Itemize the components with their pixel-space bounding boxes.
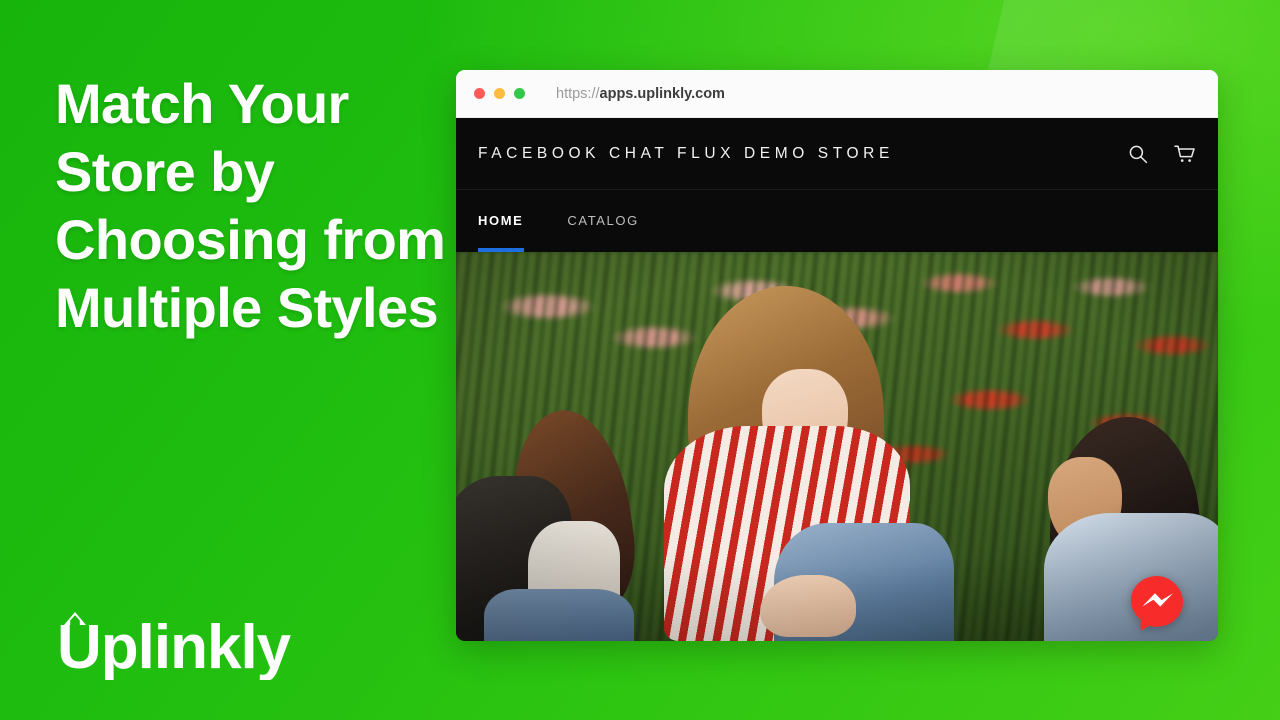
browser-window: https://apps.uplinkly.com FACEBOOK CHAT … (456, 70, 1218, 641)
svg-text:Uplinkly: Uplinkly (57, 613, 292, 680)
search-icon[interactable] (1128, 144, 1148, 164)
url-scheme: https:// (556, 85, 600, 102)
uplinkly-logo: Uplinkly (57, 606, 307, 680)
address-bar[interactable]: https://apps.uplinkly.com (556, 86, 725, 102)
page-title: Match Your Store by Choosing from Multip… (55, 70, 455, 342)
maximize-window-button[interactable] (514, 88, 525, 99)
cart-icon[interactable] (1174, 144, 1196, 164)
store-header: FACEBOOK CHAT FLUX DEMO STORE (456, 118, 1218, 190)
hero-image (456, 252, 1218, 641)
minimize-window-button[interactable] (494, 88, 505, 99)
left-marketing-panel: Match Your Store by Choosing from Multip… (55, 70, 455, 342)
headline-line-3: Choosing from (55, 208, 446, 271)
messenger-chat-button[interactable] (1128, 574, 1186, 632)
store-navigation: HOME CATALOG (456, 190, 1218, 252)
headline-line-1: Match Your (55, 72, 349, 135)
hero-vignette (456, 252, 1218, 641)
nav-item-catalog[interactable]: CATALOG (567, 213, 638, 230)
store-header-actions (1128, 144, 1196, 164)
browser-title-bar: https://apps.uplinkly.com (456, 70, 1218, 118)
headline-line-2: Store by (55, 140, 275, 203)
close-window-button[interactable] (474, 88, 485, 99)
store-name[interactable]: FACEBOOK CHAT FLUX DEMO STORE (478, 145, 894, 163)
nav-item-home[interactable]: HOME (478, 213, 523, 230)
headline-line-4: Multiple Styles (55, 276, 439, 339)
url-host: apps.uplinkly.com (599, 85, 725, 102)
